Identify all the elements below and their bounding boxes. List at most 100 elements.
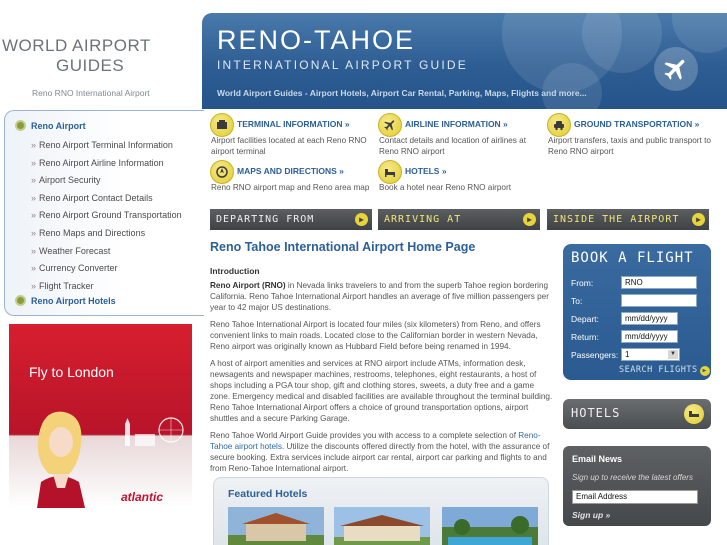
nav-item-label: Reno Airport Contact Details <box>39 192 153 203</box>
return-date-input[interactable]: mm/dd/yyyy <box>621 330 678 343</box>
inside-the-airport-label: INSIDE THE AIRPORT <box>553 214 680 225</box>
passengers-select[interactable]: 1 ▼ <box>621 348 680 361</box>
email-news-panel: Email News Sign up to receive the latest… <box>563 446 711 526</box>
banner-subtitle: INTERNATIONAL AIRPORT GUIDE <box>217 58 468 72</box>
tile-heading: MAPS AND DIRECTIONS » <box>237 166 344 176</box>
amenities-paragraph: A host of airport amenities and services… <box>210 359 553 423</box>
nav-item-terminal[interactable]: » Reno Airport Terminal Information <box>31 137 182 155</box>
nav-hotels-label: Reno Airport Hotels <box>31 295 116 306</box>
hotels-panel[interactable]: HOTELS <box>563 399 711 429</box>
nav-item-currency[interactable]: » Currency Converter <box>31 260 182 278</box>
nav-item-label: Airport Security <box>39 175 101 186</box>
nav-list: » Reno Airport Terminal Information » Reno… <box>31 137 182 295</box>
nav-item-label: Reno Airport Ground Transportation <box>39 210 182 221</box>
depart-date-input[interactable]: mm/dd/yyyy <box>621 312 678 325</box>
logo-line-1: WORLD AIRPORT <box>2 36 151 55</box>
arriving-at-tab[interactable]: ARRIVING AT ▶ <box>378 209 540 230</box>
from-label: From: <box>571 278 594 288</box>
return-label: Return: <box>571 332 599 342</box>
nav-item-label: Reno Airport Airline Information <box>39 157 164 168</box>
header-banner: RENO-TAHOE INTERNATIONAL AIRPORT GUIDE W… <box>202 13 727 109</box>
nav-item-label: Reno Airport Terminal Information <box>39 140 173 150</box>
arrow-right-icon: ▶ <box>523 213 536 226</box>
ad-headline: Fly to London <box>29 364 114 380</box>
tile-description: Airport facilities located at each Reno … <box>211 136 367 156</box>
arriving-at-label: ARRIVING AT <box>384 214 462 225</box>
site-logo[interactable]: WORLD AIRPORT GUIDES Reno RNO Internatio… <box>0 22 200 102</box>
nav-item-airline[interactable]: » Reno Airport Airline Information <box>31 155 182 173</box>
to-label: To: <box>571 296 583 306</box>
from-input[interactable]: RNO <box>621 276 697 289</box>
hotel-photo[interactable] <box>228 507 324 545</box>
nav-reno-airport[interactable]: Reno Airport <box>15 120 86 131</box>
tile-heading: HOTELS » <box>405 166 447 176</box>
nav-item-label: Flight Tracker <box>39 280 94 291</box>
chevron-down-icon: ▼ <box>668 350 678 359</box>
chevron-right-icon: » <box>31 263 37 274</box>
nav-item-weather[interactable]: » Weather Forecast <box>31 243 182 261</box>
chevron-right-icon: » <box>31 227 37 238</box>
flight-attendant-illustration <box>37 411 85 508</box>
hotel-photo[interactable] <box>334 507 430 545</box>
nav-item-ground-transport[interactable]: » Reno Airport Ground Transportation <box>31 207 182 225</box>
nav-item-label: Weather Forecast <box>39 245 111 256</box>
tile-heading: AIRLINE INFORMATION » <box>405 119 508 129</box>
nav-item-maps[interactable]: » Reno Maps and Directions <box>31 225 182 243</box>
email-input[interactable]: Email Address <box>572 490 698 504</box>
page-title: Reno Tahoe International Airport Home Pa… <box>210 240 476 254</box>
banner-tagline: World Airport Guides - Airport Hotels, A… <box>217 88 587 98</box>
departing-from-tab[interactable]: DEPARTING FROM ▶ <box>210 209 372 230</box>
tile-description: Contact details and location of airlines… <box>379 136 527 156</box>
book-flight-title: BOOK A FLIGHT <box>571 250 694 266</box>
nav-item-flight-tracker[interactable]: » Flight Tracker <box>31 278 182 296</box>
banner-title: RENO-TAHOE <box>217 25 416 55</box>
main-content: Reno Tahoe International Airport Home Pa… <box>210 240 555 480</box>
chevron-right-icon: » <box>31 175 37 186</box>
tile-heading: TERMINAL INFORMATION » <box>237 119 350 129</box>
to-input[interactable] <box>621 294 697 307</box>
email-news-description: Sign up to receive the latest offers <box>572 473 693 482</box>
chevron-right-icon: » <box>31 192 37 203</box>
sign-up-link[interactable]: Sign up » <box>572 510 610 520</box>
nav-reno-airport-label: Reno Airport <box>31 120 86 131</box>
info-tiles: TERMINAL INFORMATION » Airport facilitie… <box>210 113 711 205</box>
featured-hotels: Featured Hotels <box>213 477 549 545</box>
arrow-right-icon: ▶ <box>355 213 368 226</box>
chevron-right-icon: » <box>31 157 37 168</box>
depart-label: Depart: <box>571 314 599 324</box>
london-skyline-icon <box>125 417 184 446</box>
departing-from-label: DEPARTING FROM <box>216 214 315 225</box>
chevron-right-icon: » <box>31 280 37 291</box>
book-a-flight-panel: BOOK A FLIGHT From: RNO To: Depart: mm/d… <box>563 244 711 380</box>
nav-reno-airport-hotels[interactable]: Reno Airport Hotels <box>15 295 116 306</box>
chevron-right-icon: » <box>31 210 37 221</box>
logo-subtitle: Reno RNO International Airport <box>32 88 150 98</box>
nav-item-label: Currency Converter <box>39 263 118 274</box>
left-navigation: Reno Airport » Reno Airport Terminal Info… <box>4 110 204 316</box>
passengers-value: 1 <box>625 350 630 359</box>
search-flights-label: SEARCH FLIGHTS <box>619 365 698 375</box>
logo-line-2: GUIDES <box>56 56 125 75</box>
email-news-title: Email News <box>572 454 623 464</box>
terminal-icon <box>210 113 234 137</box>
passengers-label: Passengers: <box>571 350 619 360</box>
search-flights-button[interactable]: SEARCH FLIGHTS ▶ <box>619 365 710 376</box>
bed-icon <box>378 160 402 184</box>
advertisement-banner[interactable]: Fly to London atlantic <box>9 324 192 508</box>
airplane-icon <box>654 47 698 91</box>
nav-item-security[interactable]: » Airport Security <box>31 172 182 190</box>
featured-hotels-title: Featured Hotels <box>228 488 308 500</box>
bed-icon <box>684 404 704 424</box>
tile-description: Reno RNO airport map and Reno area map <box>211 183 370 192</box>
map-icon <box>210 160 234 184</box>
guide-text-a: Reno Tahoe World Airport Guide provides … <box>210 431 519 440</box>
location-paragraph: Reno Tahoe International Airport is loca… <box>210 320 541 351</box>
chevron-right-icon: » <box>31 140 37 150</box>
nav-item-label: Reno Maps and Directions <box>39 227 146 238</box>
arrow-right-icon: ▶ <box>699 366 710 376</box>
hotel-photo[interactable] <box>442 507 538 545</box>
nav-item-contact[interactable]: » Reno Airport Contact Details <box>31 190 182 208</box>
arrow-right-icon: ▶ <box>692 213 705 226</box>
inside-the-airport-tab[interactable]: INSIDE THE AIRPORT ▶ <box>547 209 709 230</box>
car-icon <box>547 113 571 137</box>
